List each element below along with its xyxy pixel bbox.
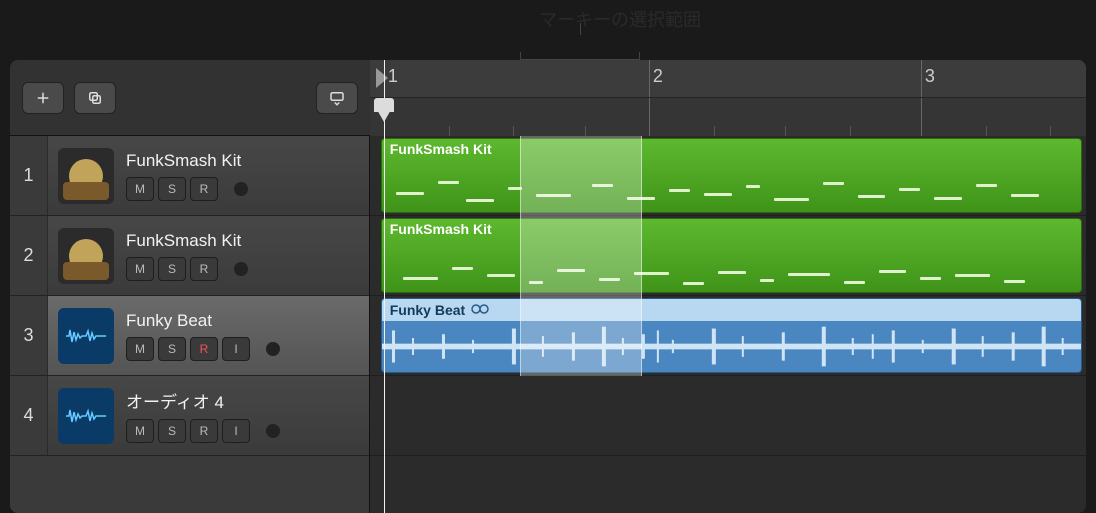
record-enable-button[interactable]: R bbox=[190, 257, 218, 281]
track-number: 2 bbox=[10, 216, 48, 295]
track-header[interactable]: 3 Funky Beat M S R I bbox=[10, 296, 369, 376]
input-monitor-button[interactable]: I bbox=[222, 337, 250, 361]
record-indicator bbox=[234, 182, 248, 196]
annotation-label: マーキーの選択範囲 bbox=[520, 6, 720, 32]
audio-region[interactable]: Funky Beat bbox=[381, 298, 1083, 373]
mute-button[interactable]: M bbox=[126, 337, 154, 361]
drum-kit-icon bbox=[58, 228, 114, 284]
solo-button[interactable]: S bbox=[158, 257, 186, 281]
record-enable-button[interactable]: R bbox=[190, 177, 218, 201]
daw-window: 1 2 3 1 FunkSm bbox=[10, 60, 1086, 513]
duplicate-track-button[interactable] bbox=[74, 82, 116, 114]
mute-button[interactable]: M bbox=[126, 257, 154, 281]
midi-region[interactable]: FunkSmash Kit bbox=[381, 218, 1083, 293]
track-lane[interactable] bbox=[370, 376, 1086, 456]
track-toolbar bbox=[10, 60, 370, 136]
track-header[interactable]: 4 オーディオ 4 M S R I bbox=[10, 376, 369, 456]
record-enable-button[interactable]: R bbox=[190, 337, 218, 361]
solo-button[interactable]: S bbox=[158, 337, 186, 361]
region-title-text: Funky Beat bbox=[390, 302, 465, 318]
track-name: オーディオ 4 bbox=[126, 388, 359, 413]
waveform bbox=[382, 321, 1082, 372]
bar-label: 1 bbox=[388, 66, 398, 87]
add-track-button[interactable] bbox=[22, 82, 64, 114]
duplicate-icon bbox=[86, 89, 104, 107]
collapse-icon bbox=[328, 89, 346, 107]
ruler-bars: 1 2 3 bbox=[370, 60, 1086, 98]
timeline-lanes[interactable]: FunkSmash Kit bbox=[370, 136, 1086, 513]
track-name: FunkSmash Kit bbox=[126, 231, 359, 251]
record-indicator bbox=[234, 262, 248, 276]
audio-waveform-icon bbox=[58, 388, 114, 444]
playhead-handle-icon bbox=[374, 98, 394, 112]
collapse-button[interactable] bbox=[316, 82, 358, 114]
solo-button[interactable]: S bbox=[158, 177, 186, 201]
mute-button[interactable]: M bbox=[126, 177, 154, 201]
input-monitor-button[interactable]: I bbox=[222, 419, 250, 443]
midi-region[interactable]: FunkSmash Kit bbox=[381, 138, 1083, 213]
track-headers: 1 FunkSmash Kit M S R 2 bbox=[10, 136, 370, 513]
track-number: 3 bbox=[10, 296, 48, 375]
midi-notes bbox=[382, 161, 1082, 212]
ruler-beats bbox=[370, 98, 1086, 136]
region-title: FunkSmash Kit bbox=[382, 219, 1082, 241]
drum-kit-icon bbox=[58, 148, 114, 204]
bar-label: 3 bbox=[925, 66, 935, 87]
track-name: FunkSmash Kit bbox=[126, 151, 359, 171]
track-number: 4 bbox=[10, 376, 48, 455]
track-number: 1 bbox=[10, 136, 48, 215]
mute-button[interactable]: M bbox=[126, 419, 154, 443]
record-indicator bbox=[266, 424, 280, 438]
stereo-icon bbox=[471, 302, 489, 318]
track-lane[interactable]: FunkSmash Kit bbox=[370, 216, 1086, 296]
bar-label: 2 bbox=[653, 66, 663, 87]
record-enable-button[interactable]: R bbox=[190, 419, 218, 443]
record-indicator bbox=[266, 342, 280, 356]
track-header[interactable]: 1 FunkSmash Kit M S R bbox=[10, 136, 369, 216]
solo-button[interactable]: S bbox=[158, 419, 186, 443]
region-title: Funky Beat bbox=[382, 299, 1082, 321]
track-name: Funky Beat bbox=[126, 311, 359, 331]
annotation-bracket bbox=[520, 35, 640, 60]
track-lane[interactable]: FunkSmash Kit bbox=[370, 136, 1086, 216]
track-lane[interactable]: Funky Beat bbox=[370, 296, 1086, 376]
audio-waveform-icon bbox=[58, 308, 114, 364]
plus-icon bbox=[34, 89, 52, 107]
track-header[interactable]: 2 FunkSmash Kit M S R bbox=[10, 216, 369, 296]
timeline-ruler[interactable]: 1 2 3 bbox=[370, 60, 1086, 136]
cycle-start-marker[interactable] bbox=[376, 68, 388, 88]
playhead[interactable] bbox=[384, 60, 385, 513]
midi-notes bbox=[382, 241, 1082, 292]
region-title: FunkSmash Kit bbox=[382, 139, 1082, 161]
